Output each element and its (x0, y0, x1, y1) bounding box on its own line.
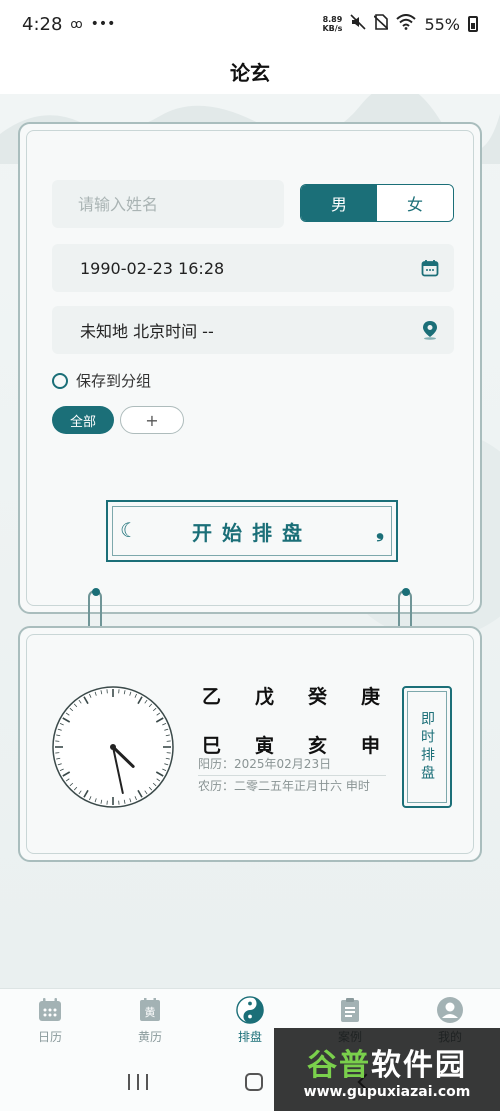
no-sim-icon (373, 14, 389, 34)
status-bar: 4:28 ꝏ ••• 8.89 KB/s 55% (0, 0, 500, 48)
birth-datetime-value: 1990-02-23 16:28 (80, 258, 225, 278)
nav-label: 日历 (37, 1030, 62, 1044)
nav-label: 排盘 (237, 1030, 262, 1044)
battery-icon (468, 16, 478, 32)
nav-item-almanac[interactable]: 黄 黄历 (100, 989, 200, 1052)
status-more-dots: ••• (90, 16, 116, 32)
branch-year: 巳 (202, 735, 222, 757)
watermark-title: 谷普软件园 (307, 1047, 467, 1083)
recent-apps-icon[interactable] (128, 1073, 149, 1090)
calendar-icon (36, 996, 64, 1024)
comma-ornament-icon: ❟ (376, 518, 384, 542)
analog-clock (52, 686, 174, 808)
chart-input-card: 男 女 1990-02-23 16:28 未知地 北京时间 -- 保存到分组 全… (18, 122, 482, 614)
branch-month: 寅 (254, 735, 274, 757)
save-to-group-label: 保存到分组 (76, 372, 152, 390)
gender-female-option[interactable]: 女 (377, 185, 453, 221)
nav-label: 黄历 (137, 1030, 162, 1044)
clipboard-icon (336, 996, 364, 1024)
birth-location-field[interactable]: 未知地 北京时间 -- (52, 306, 454, 354)
watermark-url: www.gupuxiazai.com (303, 1083, 471, 1100)
svg-text:黄: 黄 (145, 1005, 156, 1019)
branch-hour: 申 (360, 735, 380, 757)
stem-month: 戊 (254, 686, 274, 708)
now-chart-card: 乙 戊 癸 庚 巳 寅 亥 申 阳历：2025年02月23日 农历：二零二五年正… (18, 626, 482, 862)
stem-year: 乙 (202, 686, 222, 708)
home-icon[interactable] (244, 1072, 263, 1091)
mute-icon (350, 14, 367, 34)
wifi-icon (396, 14, 417, 34)
solar-date: 阳历：2025年02月23日 (198, 757, 332, 771)
earthly-branches-row: 巳 寅 亥 申 (196, 731, 386, 758)
watermark: 谷普软件园 www.gupuxiazai.com (274, 1028, 500, 1111)
add-group-button[interactable]: + (120, 406, 184, 434)
date-info: 阳历：2025年02月23日 农历：二零二五年正月廿六 申时 (198, 756, 386, 795)
start-chart-label: 开始排盘 (192, 520, 312, 545)
branch-day: 亥 (307, 735, 327, 757)
birth-location-value: 未知地 北京时间 -- (80, 322, 214, 341)
group-all-chip[interactable]: 全部 (52, 406, 114, 434)
moon-icon: ☾ (120, 518, 138, 542)
status-app-icon: ꝏ (70, 17, 83, 31)
app-bar: 论玄 (0, 48, 500, 94)
birth-datetime-field[interactable]: 1990-02-23 16:28 (52, 244, 454, 292)
gender-male-option[interactable]: 男 (301, 185, 377, 221)
instant-chart-label: 即时排盘 (419, 711, 435, 783)
name-input[interactable] (52, 180, 284, 228)
battery-level: 55% (424, 14, 460, 34)
page-title: 论玄 (230, 60, 270, 85)
almanac-icon: 黄 (136, 996, 164, 1024)
status-time: 4:28 (22, 13, 63, 35)
instant-chart-button[interactable]: 即时排盘 (402, 686, 452, 808)
yin-yang-icon (236, 996, 264, 1024)
nav-item-calendar[interactable]: 日历 (0, 989, 100, 1052)
location-pin-icon[interactable] (420, 320, 440, 340)
save-to-group-option[interactable]: 保存到分组 (52, 370, 151, 391)
gender-toggle: 男 女 (300, 184, 454, 222)
lunar-date: 农历：二零二五年正月廿六 申时 (198, 779, 370, 793)
network-speed: 8.89 KB/s (322, 15, 343, 33)
heavenly-stems-row: 乙 戊 癸 庚 (196, 682, 386, 709)
user-icon (436, 996, 464, 1024)
stem-hour: 庚 (360, 686, 380, 708)
start-chart-button[interactable]: ☾ 开始排盘 ❟ (106, 500, 398, 562)
calendar-icon[interactable] (420, 258, 440, 278)
save-radio[interactable] (52, 372, 68, 389)
stem-day: 癸 (307, 686, 327, 708)
